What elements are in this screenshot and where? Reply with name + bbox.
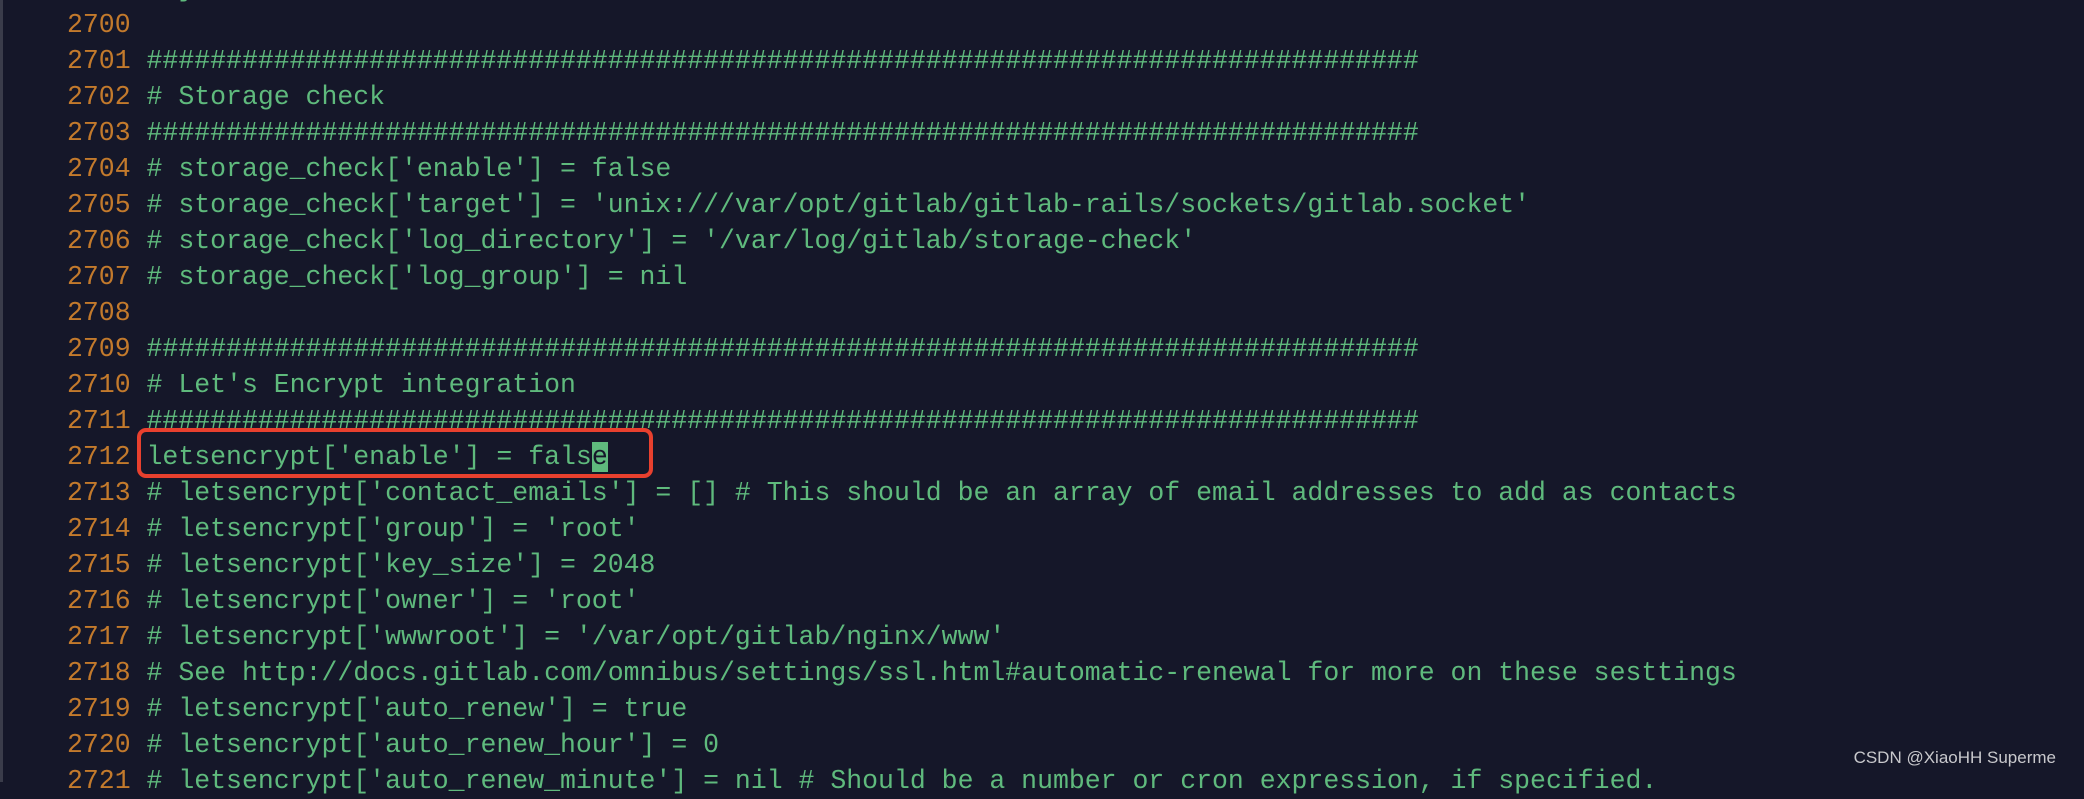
line-text: # letsencrypt['owner'] = 'root' bbox=[146, 586, 640, 616]
code-line[interactable]: 2704 # storage_check['enable'] = false bbox=[67, 151, 1737, 187]
line-number: 2709 bbox=[67, 334, 131, 364]
line-number: 2721 bbox=[67, 766, 131, 796]
line-number: 2718 bbox=[67, 658, 131, 688]
editor-left-border bbox=[0, 0, 3, 782]
code-line[interactable]: 2720 # letsencrypt['auto_renew_hour'] = … bbox=[67, 727, 1737, 763]
line-text: # letsencrypt['group'] = 'root' bbox=[146, 514, 640, 544]
line-number: 2720 bbox=[67, 730, 131, 760]
line-text: # Storage check bbox=[146, 82, 386, 112]
line-number: 2712 bbox=[67, 442, 131, 472]
code-line[interactable]: 2702 # Storage check bbox=[67, 79, 1737, 115]
line-text: # Let's Encrypt integration bbox=[146, 370, 576, 400]
code-line[interactable]: 2710 # Let's Encrypt integration bbox=[67, 367, 1737, 403]
line-number: 2701 bbox=[67, 46, 131, 76]
code-line[interactable]: 2707 # storage_check['log_group'] = nil bbox=[67, 259, 1737, 295]
code-line[interactable]: 2713 # letsencrypt['contact_emails'] = [… bbox=[67, 475, 1737, 511]
line-text: ########################################… bbox=[146, 118, 1419, 148]
line-number: 2700 bbox=[67, 10, 131, 40]
code-editor[interactable]: 2699 } 2700 2701 ########################… bbox=[67, 0, 1737, 799]
code-line[interactable]: 2721 # letsencrypt['auto_renew_minute'] … bbox=[67, 763, 1737, 799]
code-line[interactable]: 2717 # letsencrypt['wwwroot'] = '/var/op… bbox=[67, 619, 1737, 655]
line-number: 2705 bbox=[67, 190, 131, 220]
line-number: 2716 bbox=[67, 586, 131, 616]
line-number: 2702 bbox=[67, 82, 131, 112]
line-number: 2708 bbox=[67, 298, 131, 328]
line-number: 2715 bbox=[67, 550, 131, 580]
line-text: ########################################… bbox=[146, 46, 1419, 76]
code-line[interactable]: 2706 # storage_check['log_directory'] = … bbox=[67, 223, 1737, 259]
code-line[interactable]: 2709 ###################################… bbox=[67, 331, 1737, 367]
line-number: 2704 bbox=[67, 154, 131, 184]
code-line[interactable]: 2699 } bbox=[67, 0, 1737, 7]
line-text: # letsencrypt['wwwroot'] = '/var/opt/git… bbox=[146, 622, 1006, 652]
code-line[interactable]: 2700 bbox=[67, 7, 1737, 43]
line-number: 2711 bbox=[67, 406, 131, 436]
line-number: 2703 bbox=[67, 118, 131, 148]
code-line[interactable]: 2718 # See http://docs.gitlab.com/omnibu… bbox=[67, 655, 1737, 691]
line-number: 2710 bbox=[67, 370, 131, 400]
code-line[interactable]: 2715 # letsencrypt['key_size'] = 2048 bbox=[67, 547, 1737, 583]
code-line[interactable]: 2708 bbox=[67, 295, 1737, 331]
line-number: 2707 bbox=[67, 262, 131, 292]
line-text: # storage_check['log_group'] = nil bbox=[146, 262, 688, 292]
line-text: } bbox=[147, 0, 194, 4]
highlight-annotation-box bbox=[137, 428, 653, 478]
line-text: # See http://docs.gitlab.com/omnibus/set… bbox=[146, 658, 1737, 688]
code-line[interactable]: 2719 # letsencrypt['auto_renew'] = true bbox=[67, 691, 1737, 727]
line-text: # storage_check['enable'] = false bbox=[146, 154, 672, 184]
line-text: # letsencrypt['auto_renew_hour'] = 0 bbox=[146, 730, 720, 760]
line-number: 2706 bbox=[67, 226, 131, 256]
line-text: # letsencrypt['contact_emails'] = [] # T… bbox=[146, 478, 1737, 508]
line-number: 2717 bbox=[67, 622, 131, 652]
line-text: # letsencrypt['auto_renew_minute'] = nil… bbox=[146, 766, 1658, 796]
line-number: 2714 bbox=[67, 514, 131, 544]
code-line[interactable]: 2705 # storage_check['target'] = 'unix:/… bbox=[67, 187, 1737, 223]
line-text: # storage_check['target'] = 'unix:///var… bbox=[146, 190, 1531, 220]
line-number: 2713 bbox=[67, 478, 131, 508]
watermark: CSDN @XiaoHH Superme bbox=[1853, 748, 2056, 767]
line-text: # storage_check['log_directory'] = '/var… bbox=[146, 226, 1197, 256]
code-line[interactable]: 2701 ###################################… bbox=[67, 43, 1737, 79]
code-line[interactable]: 2716 # letsencrypt['owner'] = 'root' bbox=[67, 583, 1737, 619]
line-number: 2699 bbox=[67, 0, 131, 4]
line-text: # letsencrypt['auto_renew'] = true bbox=[146, 694, 688, 724]
line-number: 2719 bbox=[67, 694, 131, 724]
line-text: # letsencrypt['key_size'] = 2048 bbox=[146, 550, 656, 580]
line-text: ########################################… bbox=[146, 334, 1419, 364]
code-line[interactable]: 2703 ###################################… bbox=[67, 115, 1737, 151]
code-line[interactable]: 2714 # letsencrypt['group'] = 'root' bbox=[67, 511, 1737, 547]
